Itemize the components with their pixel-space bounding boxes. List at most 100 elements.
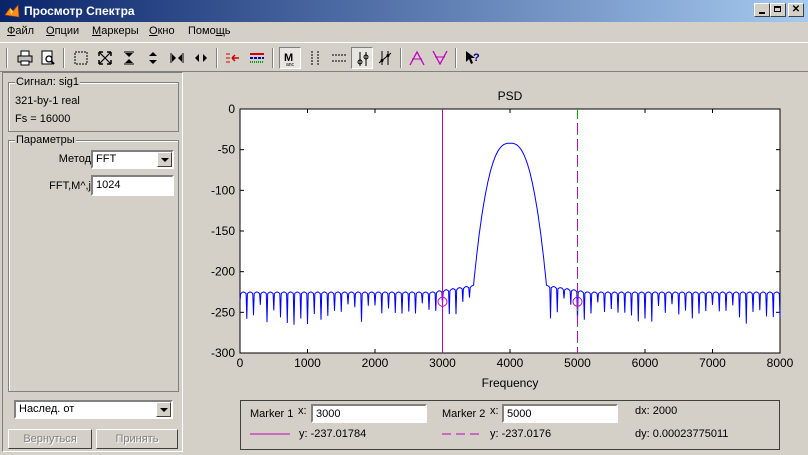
new-spectrum-button[interactable]: Manc — [279, 47, 301, 69]
marker-panel: Marker 1 x: 3000 Marker 2 x: 5000 dx: 20… — [240, 400, 780, 450]
marker-dy: dy: 0.00023775011 — [635, 428, 729, 440]
zoom-out-x-icon — [195, 54, 207, 62]
marker2-x-label: x: — [490, 405, 499, 417]
plot-area: 0 1000 2000 3000 4000 5000 6000 7000 8000 0 -50 -10… — [186, 72, 806, 452]
zoom-out-y-button[interactable] — [142, 47, 164, 69]
marker2-y-value: y: -237.0176 — [490, 428, 552, 440]
x-tick-label: 2000 — [362, 356, 389, 370]
marker-dx: dx: 2000 — [635, 405, 678, 417]
chevron-down-icon[interactable] — [156, 402, 171, 417]
close-button[interactable]: ✕ — [788, 3, 804, 17]
x-tick-label: 8000 — [767, 356, 794, 370]
zoom-in-x-icon — [170, 53, 184, 63]
apply-button[interactable]: Принять — [96, 429, 178, 449]
whats-this-help-icon: ? — [466, 51, 480, 64]
zoom-out-x-button[interactable] — [190, 47, 212, 69]
method-select[interactable]: FFT — [91, 150, 174, 169]
minimize-icon — [759, 12, 765, 14]
y-tick-label: -200 — [211, 265, 235, 279]
toolbar: Manc ? — [0, 42, 808, 72]
horizontal-markers-icon — [332, 54, 346, 62]
toolbar-separator — [400, 48, 402, 68]
y-tick-label: 0 — [228, 102, 235, 116]
psd-chart[interactable]: 0 1000 2000 3000 4000 5000 6000 7000 8000 0 -50 -10… — [186, 72, 806, 402]
marker1-label: Marker 1 — [250, 408, 294, 420]
inherit-from-select[interactable]: Наслед. от — [14, 400, 173, 419]
menu-help[interactable]: Помощь — [188, 25, 231, 37]
menu-file[interactable]: Файл — [7, 25, 34, 37]
title-bar: Просмотр Спектра ✕ — [0, 0, 808, 22]
marker2-x-input[interactable]: 5000 — [502, 404, 618, 423]
full-view-button[interactable] — [94, 47, 116, 69]
menu-markers[interactable]: Маркеры — [92, 25, 139, 37]
y-tick-label: -50 — [218, 143, 236, 157]
toolbar-separator — [216, 48, 218, 68]
vertical-markers-button[interactable] — [304, 47, 326, 69]
menu-options[interactable]: Опции — [46, 25, 79, 37]
fft-length-label: FFT,M^,j — [49, 180, 91, 192]
x-tick-label: 5000 — [564, 356, 591, 370]
marker2-label: Marker 2 — [442, 408, 486, 420]
slope-markers-button[interactable] — [374, 47, 396, 69]
marker2-line-swatch — [442, 433, 484, 435]
chevron-down-icon[interactable] — [157, 152, 172, 167]
menu-bar: Файл Опции Маркеры Окно Помощь — [0, 22, 808, 41]
x-tick-label: 6000 — [632, 356, 659, 370]
line-properties-button[interactable] — [246, 47, 268, 69]
valleys-button[interactable] — [429, 47, 451, 69]
valleys-icon — [432, 50, 448, 66]
vertical-markers-icon — [311, 51, 319, 65]
x-tick-label: 0 — [237, 356, 244, 370]
y-tick-label: -150 — [211, 224, 235, 238]
maximize-icon — [774, 6, 781, 12]
revert-button[interactable]: Вернуться — [8, 429, 92, 449]
y-tick-label: -250 — [211, 305, 235, 319]
maximize-button[interactable] — [770, 3, 786, 17]
horizontal-markers-button[interactable] — [328, 47, 350, 69]
signal-group-title: Сигнал: sig1 — [15, 76, 81, 88]
whats-this-button[interactable]: ? — [462, 47, 484, 69]
matlab-m-icon: Manc — [284, 52, 295, 67]
print-button[interactable] — [14, 47, 36, 69]
marker1-x-input[interactable]: 3000 — [311, 404, 427, 423]
zoom-box-button[interactable] — [70, 47, 92, 69]
menu-window[interactable]: Окно — [149, 25, 175, 37]
minimize-button[interactable] — [754, 3, 770, 17]
select-line-icon — [226, 53, 239, 63]
marker1-line-swatch — [250, 433, 290, 435]
toolbar-separator — [6, 48, 8, 68]
full-view-icon — [98, 51, 112, 65]
toolbar-separator — [272, 48, 274, 68]
print-preview-button[interactable] — [37, 47, 59, 69]
matlab-logo-icon — [4, 4, 20, 18]
signal-size: 321-by-1 real — [15, 95, 80, 107]
toolbar-separator — [63, 48, 65, 68]
y-tick-label: -100 — [211, 183, 235, 197]
x-tick-label: 1000 — [294, 356, 321, 370]
zoom-in-y-button[interactable] — [118, 47, 140, 69]
peaks-button[interactable] — [406, 47, 428, 69]
marker1-x-label: x: — [298, 405, 307, 417]
peaks-icon — [409, 50, 425, 66]
select-line-button[interactable] — [222, 47, 244, 69]
parameters-group: Параметры Метод FFT FFT,M^,j 1024 — [8, 134, 179, 392]
track-markers-icon — [357, 52, 369, 66]
x-axis-label: Frequency — [482, 376, 539, 390]
fft-length-input[interactable]: 1024 — [91, 175, 174, 196]
track-markers-button[interactable] — [351, 47, 373, 69]
sample-rate: Fs = 16000 — [15, 113, 71, 125]
x-tick-label: 4000 — [497, 356, 524, 370]
zoom-in-x-button[interactable] — [166, 47, 188, 69]
chart-axes: 0 1000 2000 3000 4000 5000 6000 7000 8000 0 -50 -10… — [211, 102, 794, 370]
left-panel: Сигнал: sig1 321-by-1 real Fs = 16000 Па… — [2, 72, 183, 452]
slope-markers-icon — [378, 51, 392, 65]
line-properties-icon — [250, 53, 264, 63]
zoom-out-y-icon — [149, 52, 157, 64]
zoom-box-icon — [74, 51, 88, 65]
signal-group: Сигнал: sig1 321-by-1 real Fs = 16000 — [8, 76, 179, 132]
window-title: Просмотр Спектра — [24, 4, 135, 18]
svg-text:anc: anc — [286, 62, 295, 67]
chart-title: PSD — [498, 89, 523, 103]
zoom-in-y-icon — [124, 51, 134, 65]
method-label: Метод — [58, 153, 91, 165]
